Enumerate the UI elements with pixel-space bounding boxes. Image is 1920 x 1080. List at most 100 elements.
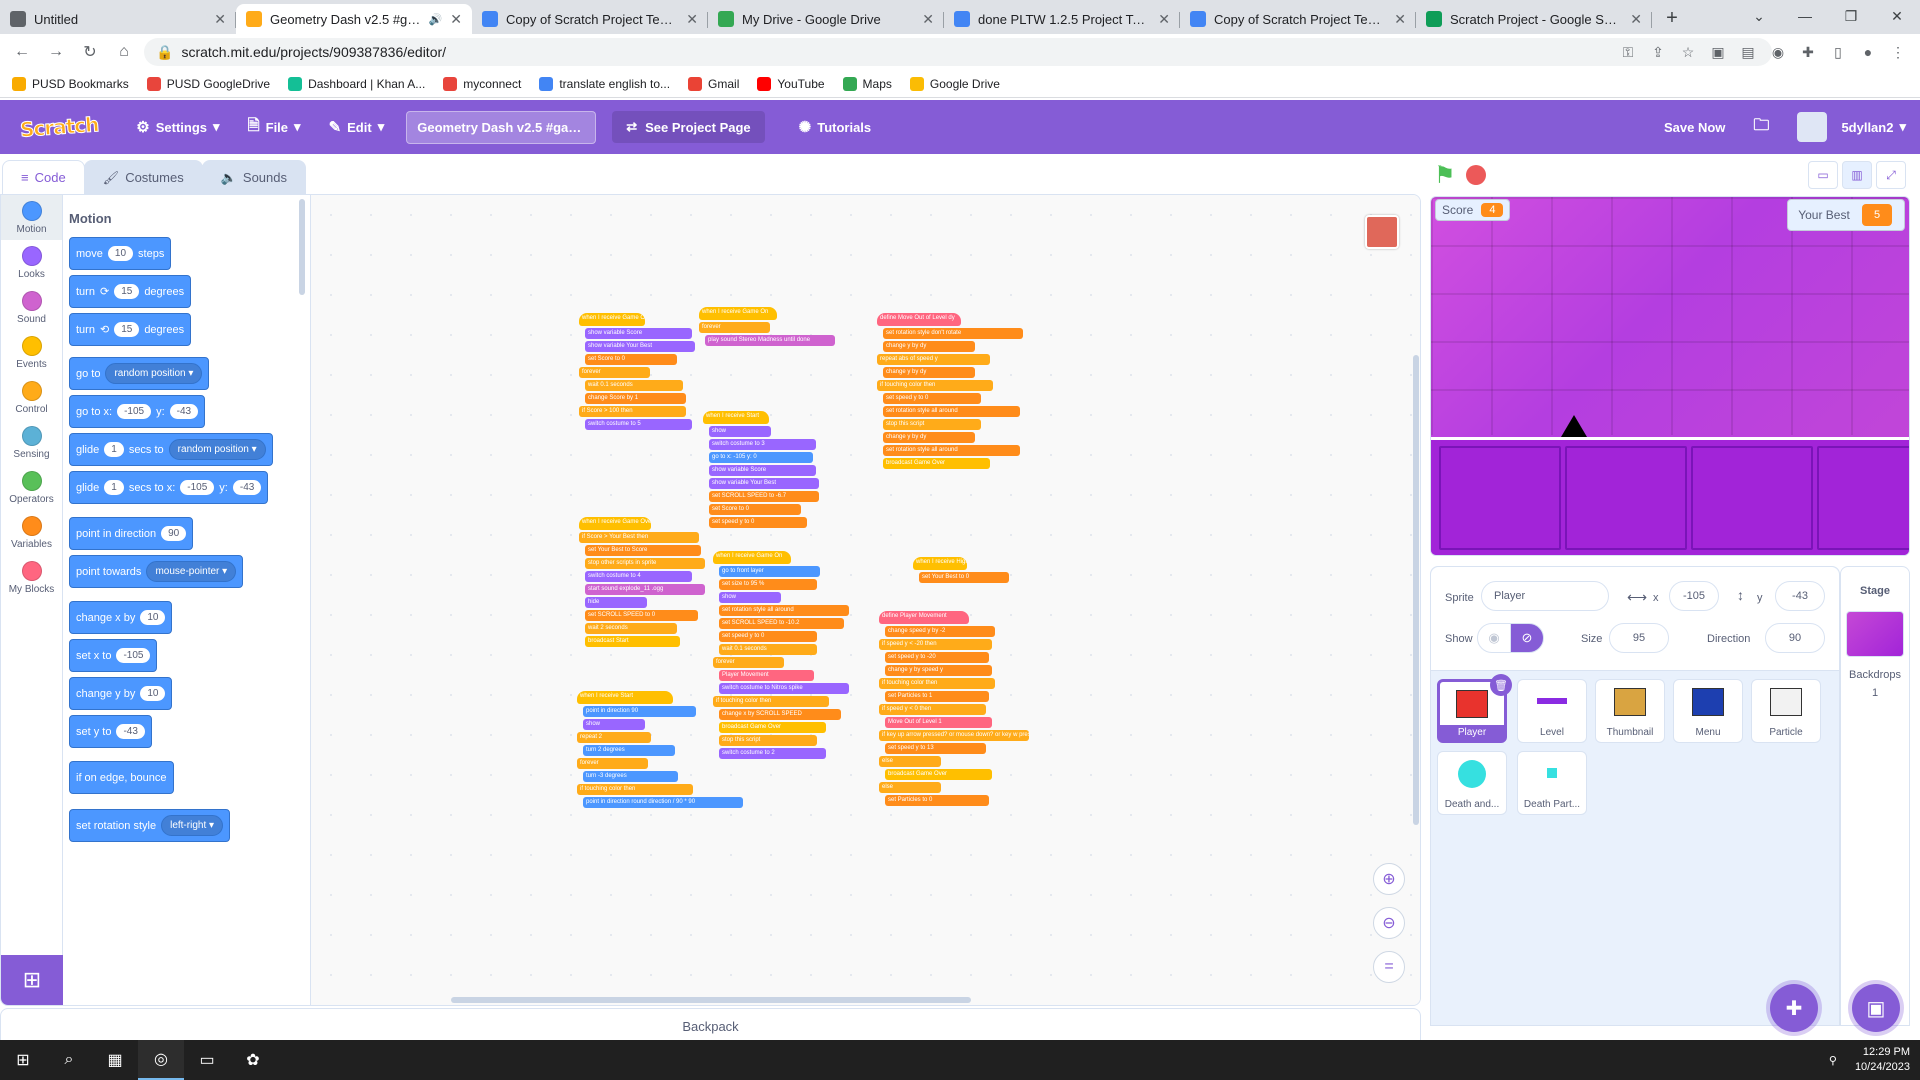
code-block[interactable]: go to front layer (719, 566, 820, 577)
script-stack[interactable]: when I receive Game On forever play sound … (699, 307, 835, 348)
code-block[interactable]: if key up arrow pressed? or mouse down? … (879, 730, 1029, 741)
block-number-input[interactable]: -105 (117, 404, 152, 419)
direction-input[interactable]: 90 (1765, 623, 1825, 653)
trash-icon[interactable]: 🗑 (1490, 674, 1512, 696)
category-sensing[interactable]: Sensing (1, 420, 62, 465)
code-block[interactable]: show variable Score (585, 328, 692, 339)
close-window-button[interactable]: ✕ (1874, 0, 1920, 32)
browser-tab[interactable]: My Drive - Google Drive ✕ (708, 4, 944, 34)
bookmark-item[interactable]: Google Drive (909, 76, 1000, 91)
code-block[interactable]: set Score to 0 (709, 504, 801, 515)
code-block[interactable]: if touching color then (877, 380, 993, 391)
code-block[interactable]: turn 2 degrees (583, 745, 675, 756)
hat-block[interactable]: define Move Out of Level dy (877, 313, 961, 326)
code-block[interactable]: show (583, 719, 645, 730)
see-project-page-button[interactable]: ⇄ See Project Page (612, 111, 765, 143)
sprite-tile[interactable]: Death and... (1437, 751, 1507, 815)
normal-stage-button[interactable]: ▥ (1842, 161, 1872, 189)
settings-menu[interactable]: ⚙ Settings ▾ (122, 100, 233, 154)
code-block[interactable]: set rotation style all around (719, 605, 849, 616)
palette-block[interactable]: move 10 steps (69, 237, 172, 270)
code-block[interactable]: forever (699, 322, 770, 333)
block-dropdown[interactable]: random position ▾ (105, 363, 203, 384)
palette-block[interactable]: if on edge, bounce (69, 761, 174, 794)
hat-block[interactable]: when I receive Start (703, 411, 769, 424)
code-block[interactable]: set Your Best to Score (585, 545, 701, 556)
palette-block[interactable]: set y to -43 (69, 715, 152, 748)
script-stack[interactable]: when I receive Game Over if Score > Your … (579, 517, 705, 649)
minimize-button[interactable]: — (1782, 0, 1828, 32)
palette-block[interactable]: go to x: -105 y: -43 (69, 395, 206, 428)
block-number-input[interactable]: -43 (169, 404, 199, 419)
tab-close-icon[interactable]: ✕ (214, 11, 226, 28)
tab-sounds[interactable]: 🔈 Sounds (201, 160, 306, 194)
code-block[interactable]: set size to 95 % (719, 579, 817, 590)
browser-tab[interactable]: Copy of Scratch Project Templat ✕ (472, 4, 708, 34)
show-sprite-eye-icon[interactable]: ◉ (1477, 623, 1511, 653)
palette-scrollbar[interactable] (299, 199, 305, 295)
block-number-input[interactable]: -105 (180, 480, 215, 495)
block-number-input[interactable]: -43 (116, 724, 145, 739)
code-block[interactable]: change y by dy (883, 367, 975, 378)
tab-close-icon[interactable]: ✕ (922, 11, 934, 28)
bookmark-item[interactable]: Dashboard | Khan A... (288, 76, 425, 91)
bookmark-star-icon[interactable]: ☆ (1676, 38, 1700, 66)
restore-button[interactable]: ❐ (1828, 0, 1874, 32)
browser-tab[interactable]: Untitled ✕ (0, 4, 236, 34)
script-stack[interactable]: when I receive Start point in direction 9… (577, 691, 743, 810)
bookmark-item[interactable]: YouTube (757, 76, 825, 91)
your-best-monitor[interactable]: Your Best 5 (1787, 199, 1905, 231)
sprite-tile[interactable]: Level (1517, 679, 1587, 743)
block-number-input[interactable]: 10 (140, 686, 166, 701)
share-icon[interactable]: ⇪ (1646, 38, 1670, 66)
sprite-tile[interactable]: Death Part... (1517, 751, 1587, 815)
code-block[interactable]: if speed y < 0 then (879, 704, 986, 715)
system-clock[interactable]: 12:29 PM 10/24/2023 (1855, 1045, 1910, 1075)
zoom-reset-button[interactable]: = (1373, 951, 1405, 983)
palette-block[interactable]: set x to -105 (69, 639, 158, 672)
code-block[interactable]: turn -3 degrees (583, 771, 678, 782)
category-operators[interactable]: Operators (1, 465, 62, 510)
code-block[interactable]: set SCROLL SPEED to -10.2 (719, 618, 844, 629)
scratch-taskbar-icon[interactable]: ✿ (230, 1040, 276, 1080)
block-number-input[interactable]: 15 (114, 322, 140, 337)
extension-icon[interactable]: ▤ (1736, 38, 1760, 66)
tab-close-icon[interactable]: ✕ (686, 11, 698, 28)
code-block[interactable]: change speed y by -2 (885, 626, 995, 637)
code-block[interactable]: set speed y to -20 (885, 652, 989, 663)
hat-block[interactable]: when I receive Game On (699, 307, 777, 320)
block-number-input[interactable]: 1 (104, 442, 124, 457)
stage-canvas[interactable]: Score 4 Your Best 5 (1430, 196, 1910, 556)
address-bar[interactable]: 🔒 scratch.mit.edu/projects/909387836/edi… (144, 38, 1772, 66)
score-monitor[interactable]: Score 4 (1435, 199, 1511, 221)
code-block[interactable]: set Your Best to 0 (919, 572, 1009, 583)
palette-block[interactable]: change y by 10 (69, 677, 173, 710)
tab-code[interactable]: ≡ Code (2, 160, 85, 194)
code-block[interactable]: switch costume to Nitros spike (719, 683, 849, 694)
audio-icon[interactable]: 🔊 (429, 13, 443, 26)
code-block[interactable]: switch costume to 5 (585, 419, 692, 430)
code-block[interactable]: start sound explode_11 .ogg (585, 584, 705, 595)
hat-block[interactable]: when I receive Game On (713, 551, 791, 564)
code-block[interactable]: set speed y to 13 (885, 743, 986, 754)
new-tab-button[interactable]: + (1658, 4, 1686, 32)
code-block[interactable]: set rotation style all around (883, 406, 1020, 417)
code-block[interactable]: set Particles to 1 (885, 691, 989, 702)
palette-block[interactable]: glide 1 secs to x: -105 y: -43 (69, 471, 269, 504)
code-block[interactable]: if Score > 100 then (579, 406, 686, 417)
code-block[interactable]: set SCROLL SPEED to 0 (585, 610, 698, 621)
tab-close-icon[interactable]: ✕ (1630, 11, 1642, 28)
sprite-name-input[interactable]: Player (1481, 581, 1609, 611)
tab-close-icon[interactable]: ✕ (1158, 11, 1170, 28)
code-block[interactable]: else (879, 782, 941, 793)
key-icon[interactable]: ⚿ (1616, 38, 1640, 66)
person-icon[interactable]: ⚲ (1829, 1054, 1837, 1067)
workspace-vertical-scrollbar[interactable] (1413, 355, 1419, 825)
category-control[interactable]: Control (1, 375, 62, 420)
category-my-blocks[interactable]: My Blocks (1, 555, 62, 600)
code-block[interactable]: play sound Stereo Madness until done (705, 335, 835, 346)
browser-tab[interactable]: Copy of Scratch Project Templat ✕ (1180, 4, 1416, 34)
palette-block[interactable]: turn ⟲ 15 degrees (69, 313, 192, 346)
code-block[interactable]: forever (713, 657, 784, 668)
code-block[interactable]: change y by speed y (885, 665, 992, 676)
